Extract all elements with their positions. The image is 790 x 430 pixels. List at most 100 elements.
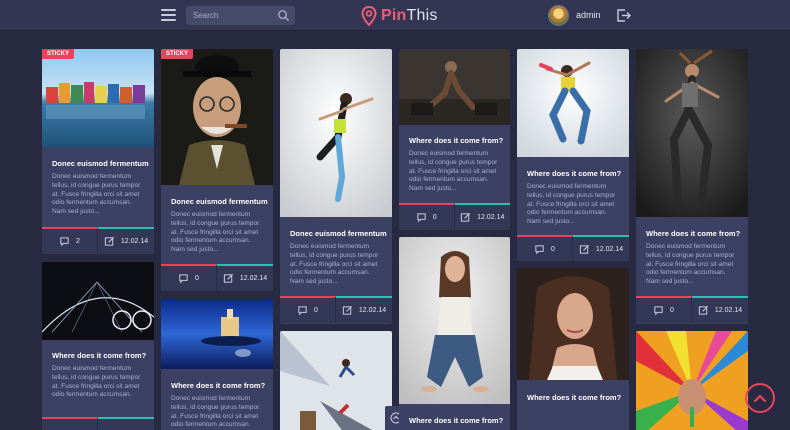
post-card[interactable]	[280, 331, 392, 430]
edit-button[interactable]: 12.02.14	[217, 264, 273, 291]
edit-button[interactable]	[98, 417, 154, 430]
post-card[interactable]: Where does it come from?	[399, 237, 510, 430]
post-card[interactable]: Where does it come from? Donec euismod f…	[399, 49, 510, 230]
card-image	[280, 49, 392, 217]
card-excerpt: Donec euismod fermentum tellus, id congu…	[171, 211, 260, 254]
comment-icon	[179, 274, 188, 284]
search-icon[interactable]	[277, 9, 290, 22]
comment-icon	[60, 237, 69, 247]
card-footer: 2 12.02.14	[42, 227, 154, 254]
user-name[interactable]: admin	[576, 10, 601, 20]
card-image	[636, 331, 748, 430]
chevron-up-icon	[753, 394, 767, 403]
comments-button[interactable]: 0	[517, 235, 573, 261]
card-title[interactable]: Donec euismod fermentum	[290, 229, 387, 238]
post-card[interactable]: Where does it come from?	[517, 268, 629, 430]
sticky-badge: STICKY	[161, 49, 194, 59]
post-card[interactable]: STICKY Donec euismod fermentum Donec eui…	[161, 49, 273, 291]
post-card[interactable]: Where does it come from? Donec euismod f…	[42, 262, 154, 430]
card-footer: 0 12.02.14	[517, 235, 629, 261]
comment-icon	[654, 306, 663, 316]
edit-button[interactable]: 12.02.14	[98, 227, 154, 254]
comment-count: 0	[195, 275, 199, 282]
card-footer: 0 12.02.14	[399, 203, 510, 230]
comment-icon	[417, 213, 426, 223]
post-date: 12.02.14	[358, 307, 387, 314]
post-date: 12.02.14	[477, 214, 505, 221]
card-image	[161, 299, 273, 369]
card-image	[399, 237, 510, 404]
post-card[interactable]: Where does it come from? Donec euismod f…	[161, 299, 273, 430]
card-excerpt: Donec euismod fermentum tellus, id congu…	[52, 173, 141, 216]
card-image	[517, 268, 629, 380]
comment-count: 0	[551, 246, 555, 253]
card-excerpt: Donec euismod fermentum tellus, id congu…	[409, 150, 498, 193]
comments-button[interactable]: 0	[399, 203, 455, 230]
comments-button[interactable]	[42, 417, 98, 430]
brand-logo[interactable]: PinThis	[361, 5, 438, 27]
comment-count: 0	[314, 307, 318, 314]
comment-count: 0	[432, 214, 437, 221]
user-avatar[interactable]	[548, 5, 569, 26]
edit-icon	[104, 236, 114, 246]
comments-button[interactable]: 0	[161, 264, 217, 291]
comment-count: 2	[76, 238, 80, 245]
comments-button[interactable]: 0	[636, 296, 692, 323]
card-title[interactable]: Where does it come from?	[527, 169, 621, 178]
search-input[interactable]	[186, 6, 276, 25]
card-excerpt: Donec euismod fermentum tellus, id congu…	[171, 395, 260, 429]
card-image	[161, 49, 273, 185]
card-title[interactable]: Where does it come from?	[409, 416, 503, 425]
edit-icon	[342, 305, 352, 315]
card-title[interactable]: Donec euismod fermentum	[52, 159, 149, 168]
card-footer: 0 12.02.14	[161, 264, 273, 291]
edit-button[interactable]: 12.02.14	[336, 296, 392, 323]
card-excerpt: Donec euismod fermentum tellus, id congu…	[290, 243, 379, 286]
logout-icon[interactable]	[616, 8, 631, 23]
post-date: 12.02.14	[239, 275, 268, 282]
comments-button[interactable]: 0	[280, 296, 336, 323]
card-excerpt: Donec euismod fermentum tellus, id congu…	[52, 365, 141, 399]
card-title[interactable]: Where does it come from?	[527, 393, 621, 402]
pin-icon	[361, 6, 377, 26]
edit-icon	[460, 212, 471, 222]
card-image	[399, 49, 510, 125]
post-date: 12.02.14	[714, 307, 743, 314]
card-title[interactable]: Where does it come from?	[409, 136, 503, 145]
card-excerpt: Donec euismod fermentum tellus, id congu…	[527, 183, 616, 226]
card-title[interactable]: Donec euismod fermentum	[171, 197, 268, 206]
edit-icon	[698, 305, 708, 315]
comments-button[interactable]: 2	[42, 227, 98, 254]
card-image	[42, 49, 154, 147]
sticky-badge: STICKY	[42, 49, 75, 59]
menu-icon[interactable]	[161, 9, 176, 21]
card-footer: 0 12.02.14	[636, 296, 748, 323]
post-card[interactable]: STICKY Donec euismod fermentum Donec eui…	[42, 49, 154, 254]
card-image	[42, 262, 154, 340]
comment-count: 0	[670, 307, 674, 314]
post-card[interactable]: Donec euismod fermentum Donec euismod fe…	[280, 49, 392, 324]
card-footer: 0 12.02.14	[280, 296, 392, 323]
card-title[interactable]: Where does it come from?	[52, 351, 146, 360]
edit-button[interactable]: 12.02.14	[454, 203, 510, 230]
post-card[interactable]	[636, 331, 748, 430]
card-title[interactable]: Where does it come from?	[171, 381, 265, 390]
edit-icon	[579, 244, 589, 254]
card-excerpt: Donec euismod fermentum tellus, id congu…	[646, 243, 735, 286]
comment-icon	[298, 306, 307, 316]
post-date: 12.02.14	[595, 246, 624, 253]
post-card[interactable]: Where does it come from? Donec euismod f…	[517, 49, 629, 261]
comment-icon	[535, 245, 544, 255]
card-title[interactable]: Where does it come from?	[646, 229, 740, 238]
card-image	[636, 49, 748, 217]
post-date: 12.02.14	[120, 238, 149, 245]
edit-button[interactable]: 12.02.14	[692, 296, 748, 323]
post-card[interactable]: Where does it come from? Donec euismod f…	[636, 49, 748, 324]
search-box[interactable]	[186, 6, 295, 25]
card-footer	[42, 417, 154, 430]
brand-name-part2: This	[406, 7, 438, 24]
card-image	[517, 49, 629, 157]
edit-button[interactable]: 12.02.14	[573, 235, 629, 261]
scroll-top-button[interactable]	[745, 383, 775, 413]
edit-icon	[223, 273, 233, 283]
